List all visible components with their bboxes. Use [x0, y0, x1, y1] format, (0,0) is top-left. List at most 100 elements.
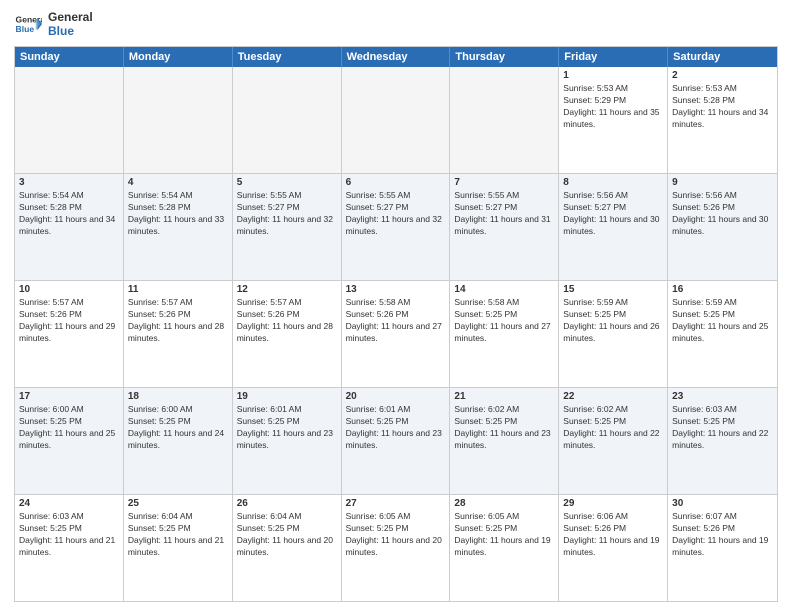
- day-number: 22: [563, 391, 663, 402]
- sunrise-text: Sunrise: 6:03 AM: [19, 511, 84, 521]
- day-number: 23: [672, 391, 773, 402]
- day-info: Sunrise: 6:06 AM Sunset: 5:26 PM Daylight:…: [563, 511, 663, 559]
- sunrise-text: Sunrise: 5:57 AM: [128, 297, 193, 307]
- sunrise-text: Sunrise: 6:07 AM: [672, 511, 737, 521]
- logo: General Blue General Blue: [14, 10, 93, 38]
- day-info: Sunrise: 6:01 AMSunset: 5:25 PMDaylight:…: [346, 404, 446, 452]
- svg-text:Blue: Blue: [16, 24, 35, 34]
- sunrise-text: Sunrise: 6:04 AM: [128, 511, 193, 521]
- day-number: 14: [454, 284, 554, 295]
- weekday-header-sunday: Sunday: [15, 47, 124, 67]
- day-info: Sunrise: 6:03 AMSunset: 5:25 PMDaylight:…: [19, 511, 119, 559]
- sunset-text: Sunset: 5:28 PM: [128, 202, 191, 212]
- week-row-3: 10Sunrise: 5:57 AMSunset: 5:26 PMDayligh…: [15, 281, 777, 388]
- daylight-text: Daylight: 11 hours and 22 minutes.: [563, 428, 659, 450]
- day-info: Sunrise: 6:07 AM Sunset: 5:26 PM Daylight:…: [672, 511, 773, 559]
- sunset-text: Sunset: 5:26 PM: [19, 309, 82, 319]
- sunrise-text: Sunrise: 5:55 AM: [346, 190, 411, 200]
- sunset-text: Sunset: 5:25 PM: [19, 416, 82, 426]
- sunrise-text: Sunrise: 6:00 AM: [19, 404, 84, 414]
- sunset-text: Sunset: 5:27 PM: [346, 202, 409, 212]
- day-info: Sunrise: 5:59 AM Sunset: 5:25 PM Daylight:…: [672, 297, 773, 345]
- weekday-header-saturday: Saturday: [668, 47, 777, 67]
- cal-cell-6: 6Sunrise: 5:55 AMSunset: 5:27 PMDaylight…: [342, 174, 451, 280]
- cal-cell-30: 30Sunrise: 6:07 AMSunset: 5:26 PMDayligh…: [668, 495, 777, 601]
- weekday-header-tuesday: Tuesday: [233, 47, 342, 67]
- daylight-text: Daylight: 11 hours and 35 minutes.: [563, 107, 659, 129]
- sunset-text: Sunset: 5:26 PM: [672, 202, 735, 212]
- daylight-text: Daylight: 11 hours and 19 minutes.: [672, 535, 768, 557]
- sunset-text: Sunset: 5:26 PM: [128, 309, 191, 319]
- daylight-text: Daylight: 11 hours and 19 minutes.: [563, 535, 659, 557]
- sunrise-text: Sunrise: 5:55 AM: [237, 190, 302, 200]
- sunrise-text: Sunrise: 6:06 AM: [563, 511, 628, 521]
- daylight-text: Daylight: 11 hours and 22 minutes.: [672, 428, 768, 450]
- cal-cell-29: 29Sunrise: 6:06 AMSunset: 5:26 PMDayligh…: [559, 495, 668, 601]
- day-number: 19: [237, 391, 337, 402]
- day-number: 21: [454, 391, 554, 402]
- sunrise-text: Sunrise: 5:56 AM: [672, 190, 737, 200]
- cal-cell-empty-0: [15, 67, 124, 173]
- sunset-text: Sunset: 5:25 PM: [563, 309, 626, 319]
- day-info: Sunrise: 5:54 AMSunset: 5:28 PMDaylight:…: [19, 190, 119, 238]
- cal-cell-14: 14 Sunrise: 5:58 AMSunset: 5:25 PMDayligh…: [450, 281, 559, 387]
- day-info: Sunrise: 5:58 AMSunset: 5:26 PMDaylight:…: [346, 297, 446, 345]
- day-number: 15: [563, 284, 663, 295]
- daylight-text: Daylight: 11 hours and 26 minutes.: [563, 321, 659, 343]
- day-info: Sunrise: 5:57 AMSunset: 5:26 PMDaylight:…: [19, 297, 119, 345]
- cal-cell-11: 11 Sunrise: 5:57 AM Sunset: 5:26 PM Dayligh…: [124, 281, 233, 387]
- daylight-text: Daylight: 11 hours and 30 minutes.: [563, 214, 659, 236]
- logo-blue: Blue: [48, 24, 93, 38]
- daylight-text: Daylight: 11 hours and 28 minutes.: [128, 321, 224, 343]
- cal-cell-8: 8Sunrise: 5:56 AMSunset: 5:27 PMDaylight…: [559, 174, 668, 280]
- cal-cell-17: 17Sunrise: 6:00 AMSunset: 5:25 PMDayligh…: [15, 388, 124, 494]
- sunset-text: Sunset: 5:26 PM: [672, 523, 735, 533]
- daylight-text: Daylight: 11 hours and 23 minutes.: [237, 428, 333, 450]
- day-number: 16: [672, 284, 773, 295]
- sunset-text: Sunset: 5:27 PM: [237, 202, 300, 212]
- day-info: Sunrise: 6:04 AMSunset: 5:25 PMDaylight:…: [128, 511, 228, 559]
- day-info: Sunrise: 5:58 AMSunset: 5:25 PMDaylight:…: [454, 297, 554, 345]
- day-info: Sunrise: 5:56 AM Sunset: 5:26 PM Daylight:…: [672, 190, 773, 238]
- daylight-text: Daylight: 11 hours and 20 minutes.: [346, 535, 442, 557]
- sunrise-text: Sunrise: 6:05 AM: [346, 511, 411, 521]
- day-info: Sunrise: 6:05 AMSunset: 5:25 PMDaylight:…: [346, 511, 446, 559]
- daylight-text: Daylight: 11 hours and 25 minutes.: [672, 321, 768, 343]
- sunrise-text: Sunrise: 5:53 AM: [672, 83, 737, 93]
- sunset-text: Sunset: 5:25 PM: [672, 416, 735, 426]
- day-number: 11: [128, 284, 228, 295]
- day-info: Sunrise: 6:02 AMSunset: 5:25 PMDaylight:…: [454, 404, 554, 452]
- daylight-text: Daylight: 11 hours and 27 minutes.: [454, 321, 550, 343]
- daylight-text: Daylight: 11 hours and 30 minutes.: [672, 214, 768, 236]
- cal-cell-4: 4Sunrise: 5:54 AMSunset: 5:28 PMDaylight…: [124, 174, 233, 280]
- daylight-text: Daylight: 11 hours and 23 minutes.: [346, 428, 442, 450]
- sunset-text: Sunset: 5:25 PM: [563, 416, 626, 426]
- daylight-text: Daylight: 11 hours and 24 minutes.: [128, 428, 224, 450]
- sunrise-text: Sunrise: 5:57 AM: [19, 297, 84, 307]
- sunset-text: Sunset: 5:25 PM: [672, 309, 735, 319]
- week-row-5: 24Sunrise: 6:03 AMSunset: 5:25 PMDayligh…: [15, 495, 777, 601]
- sunrise-text: Sunrise: 5:54 AM: [128, 190, 193, 200]
- week-row-4: 17Sunrise: 6:00 AMSunset: 5:25 PMDayligh…: [15, 388, 777, 495]
- day-info: Sunrise: 5:57 AMSunset: 5:26 PMDaylight:…: [237, 297, 337, 345]
- sunrise-text: Sunrise: 5:54 AM: [19, 190, 84, 200]
- daylight-text: Daylight: 11 hours and 20 minutes.: [237, 535, 333, 557]
- daylight-text: Daylight: 11 hours and 23 minutes.: [454, 428, 550, 450]
- day-number: 13: [346, 284, 446, 295]
- sunset-text: Sunset: 5:28 PM: [672, 95, 735, 105]
- day-number: 27: [346, 498, 446, 509]
- day-info: Sunrise: 5:56 AMSunset: 5:27 PMDaylight:…: [563, 190, 663, 238]
- sunset-text: Sunset: 5:25 PM: [128, 416, 191, 426]
- cal-cell-25: 25Sunrise: 6:04 AMSunset: 5:25 PMDayligh…: [124, 495, 233, 601]
- sunrise-text: Sunrise: 5:57 AM: [237, 297, 302, 307]
- day-info: Sunrise: 5:59 AMSunset: 5:25 PMDaylight:…: [563, 297, 663, 345]
- sunset-text: Sunset: 5:26 PM: [563, 523, 626, 533]
- weekday-header-thursday: Thursday: [450, 47, 559, 67]
- daylight-text: Daylight: 11 hours and 21 minutes.: [128, 535, 224, 557]
- cal-cell-21: 21 Sunrise: 6:02 AMSunset: 5:25 PMDayligh…: [450, 388, 559, 494]
- day-number: 3: [19, 177, 119, 188]
- daylight-text: Daylight: 11 hours and 34 minutes.: [19, 214, 115, 236]
- day-number: 20: [346, 391, 446, 402]
- daylight-text: Daylight: 11 hours and 31 minutes.: [454, 214, 550, 236]
- sunrise-text: Sunrise: 5:59 AM: [672, 297, 737, 307]
